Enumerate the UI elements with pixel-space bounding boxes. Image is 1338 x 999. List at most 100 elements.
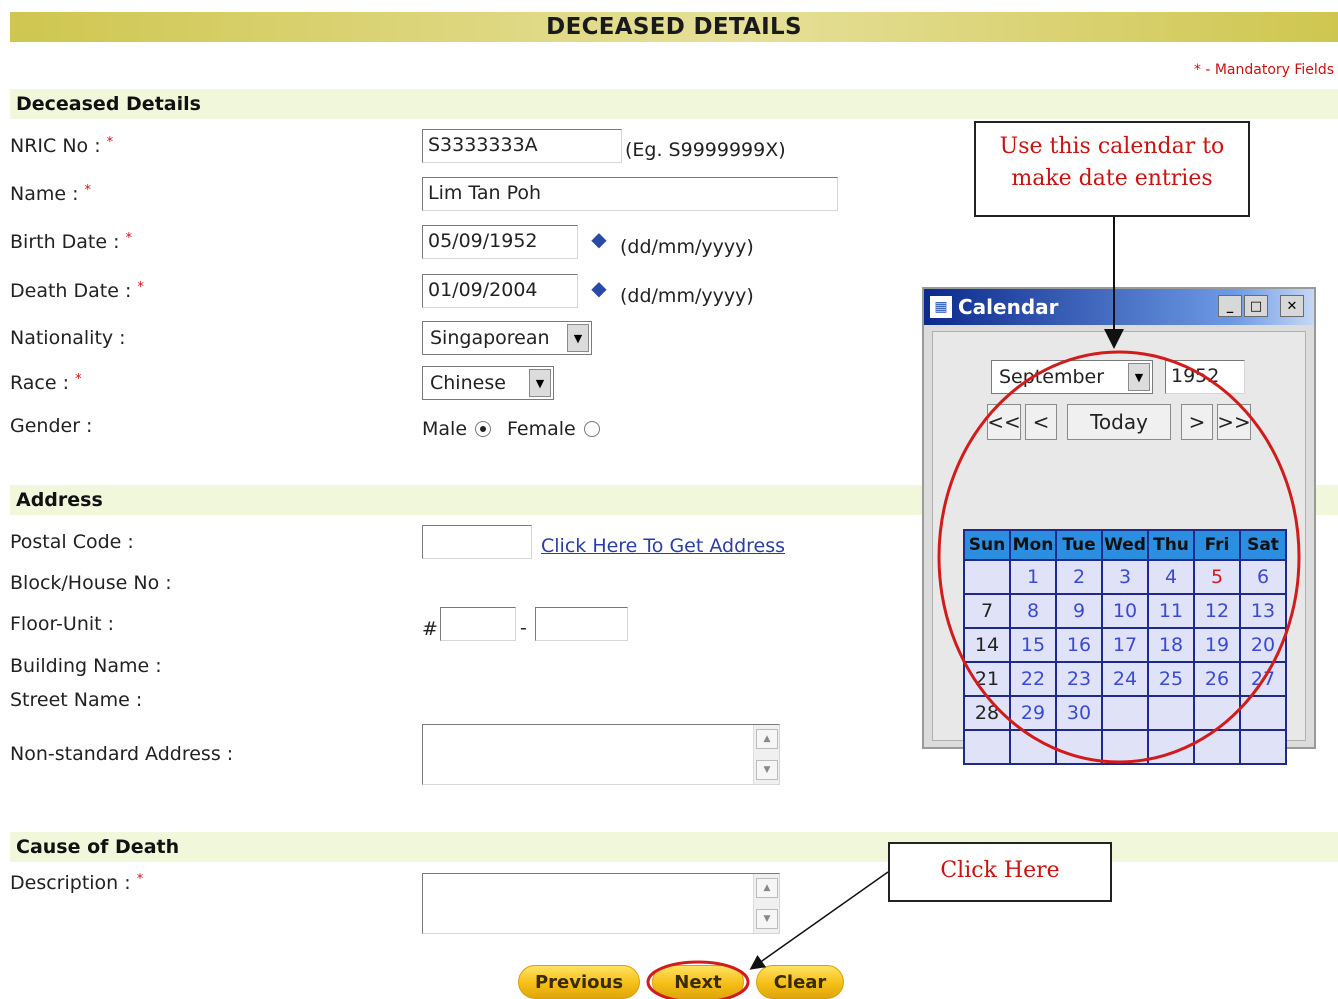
gender-female-radio[interactable] — [583, 421, 600, 437]
calendar-day[interactable]: 9 — [1055, 593, 1103, 629]
last-button[interactable]: >> — [1217, 404, 1251, 440]
calendar-day[interactable]: 4 — [1147, 559, 1195, 595]
calendar-day[interactable]: 12 — [1193, 593, 1241, 629]
calendar-day[interactable]: 23 — [1055, 661, 1103, 697]
scroll-up-icon[interactable]: ▲ — [756, 729, 778, 749]
postal-code-label: Postal Code : — [10, 531, 134, 553]
unit-input[interactable] — [535, 607, 628, 641]
scroll-down-icon[interactable]: ▼ — [756, 760, 778, 780]
nric-input[interactable]: S3333333A — [422, 129, 622, 163]
calendar-day[interactable]: 13 — [1239, 593, 1287, 629]
calendar-day[interactable]: 19 — [1193, 627, 1241, 663]
calendar-day[interactable]: 14 — [963, 627, 1011, 663]
calendar-empty-cell — [963, 729, 1011, 765]
death-date-label-text: Death Date : — [10, 280, 132, 302]
calendar-day[interactable]: 21 — [963, 661, 1011, 697]
postal-code-input[interactable] — [422, 525, 532, 559]
first-button[interactable]: << — [987, 404, 1021, 440]
name-input[interactable]: Lim Tan Poh — [422, 177, 838, 211]
close-icon[interactable]: ✕ — [1280, 295, 1304, 317]
calendar-day[interactable]: 2 — [1055, 559, 1103, 595]
month-select[interactable]: September ▼ — [991, 360, 1153, 394]
calendar-week-row: 21 22 23 24 25 26 27 — [963, 661, 1287, 697]
minimize-icon[interactable]: _ — [1218, 295, 1242, 317]
chevron-down-icon[interactable]: ▼ — [529, 369, 551, 397]
race-select[interactable]: Chinese ▼ — [422, 366, 554, 400]
calendar-day[interactable]: 17 — [1101, 627, 1149, 663]
weekday-header: Tue — [1055, 529, 1103, 561]
nonstandard-address-textarea[interactable]: ▲ ▼ — [422, 724, 780, 785]
section-cause-of-death: Cause of Death — [10, 832, 1338, 862]
floor-input[interactable] — [440, 607, 516, 641]
calendar-empty-cell — [963, 559, 1011, 595]
description-textarea[interactable]: ▲ ▼ — [422, 873, 780, 934]
previous-button[interactable]: Previous — [518, 965, 640, 999]
year-input[interactable]: 1952 — [1165, 360, 1245, 394]
scrollbar[interactable]: ▲ ▼ — [753, 874, 779, 933]
calendar-day[interactable]: 10 — [1101, 593, 1149, 629]
calendar-day[interactable]: 5 — [1193, 559, 1241, 595]
calendar-icon[interactable]: ◆ — [588, 227, 610, 251]
next-button[interactable]: Next — [652, 965, 744, 999]
calendar-day[interactable]: 11 — [1147, 593, 1195, 629]
birth-date-label: Birth Date : * — [10, 231, 132, 253]
today-button[interactable]: Today — [1067, 404, 1171, 440]
calendar-icon[interactable]: ◆ — [588, 276, 610, 300]
next-month-button[interactable]: > — [1181, 404, 1213, 440]
chevron-down-icon[interactable]: ▼ — [1128, 363, 1150, 391]
calendar-window: ▦ Calendar _ □ ✕ September ▼ 1952 << < T… — [922, 287, 1316, 765]
calendar-day[interactable]: 30 — [1055, 695, 1103, 731]
scroll-down-icon[interactable]: ▼ — [756, 909, 778, 929]
calendar-day[interactable]: 8 — [1009, 593, 1057, 629]
prev-button[interactable]: < — [1025, 404, 1057, 440]
required-marker: * — [106, 135, 114, 150]
section-deceased-details: Deceased Details — [10, 89, 1338, 119]
calendar-empty-cell — [1101, 729, 1149, 765]
calendar-day[interactable]: 24 — [1101, 661, 1149, 697]
chevron-down-icon[interactable]: ▼ — [567, 324, 589, 352]
calendar-day[interactable]: 1 — [1009, 559, 1057, 595]
page-title: DECEASED DETAILS — [546, 14, 802, 40]
birth-date-input[interactable]: 05/09/1952 — [422, 225, 578, 259]
mandatory-fields-note: * - Mandatory Fields — [1193, 62, 1334, 78]
calendar-day[interactable]: 16 — [1055, 627, 1103, 663]
calendar-day[interactable]: 6 — [1239, 559, 1287, 595]
calendar-day[interactable]: 15 — [1009, 627, 1057, 663]
calendar-day[interactable]: 3 — [1101, 559, 1149, 595]
calendar-body: September ▼ 1952 << < Today > >> Sun Mon T… — [932, 331, 1306, 765]
calendar-titlebar[interactable]: ▦ Calendar _ □ ✕ — [924, 289, 1314, 325]
block-label: Block/House No : — [10, 572, 172, 594]
calendar-empty-cell — [1193, 695, 1241, 731]
death-date-input[interactable]: 01/09/2004 — [422, 274, 578, 308]
calendar-day[interactable]: 26 — [1193, 661, 1241, 697]
calendar-day[interactable]: 25 — [1147, 661, 1195, 697]
maximize-icon[interactable]: □ — [1244, 295, 1268, 317]
calendar-day[interactable]: 22 — [1009, 661, 1057, 697]
calendar-day[interactable]: 29 — [1009, 695, 1057, 731]
section-title: Deceased Details — [16, 93, 201, 115]
calendar-day[interactable]: 20 — [1239, 627, 1287, 663]
section-title: Cause of Death — [16, 836, 180, 858]
race-label-text: Race : — [10, 372, 70, 394]
weekday-header: Fri — [1193, 529, 1241, 561]
required-marker: * — [84, 183, 92, 198]
get-address-link[interactable]: Click Here To Get Address — [541, 535, 785, 557]
calendar-empty-cell — [1147, 695, 1195, 731]
scroll-up-icon[interactable]: ▲ — [756, 878, 778, 898]
calendar-day[interactable]: 27 — [1239, 661, 1287, 697]
floor-unit-separator: - — [520, 617, 527, 639]
building-name-label: Building Name : — [10, 655, 162, 677]
name-label-text: Name : — [10, 183, 79, 205]
required-marker: * — [137, 280, 144, 295]
calendar-empty-cell — [1239, 729, 1287, 765]
calendar-day[interactable]: 28 — [963, 695, 1011, 731]
clear-button[interactable]: Clear — [756, 965, 844, 999]
nationality-select[interactable]: Singaporean ▼ — [422, 321, 592, 355]
scrollbar[interactable]: ▲ ▼ — [753, 725, 779, 784]
calendar-day[interactable]: 18 — [1147, 627, 1195, 663]
required-marker: * — [125, 231, 133, 246]
gender-male-radio[interactable] — [475, 421, 492, 437]
calendar-week-row: 7 8 9 10 11 12 13 — [963, 593, 1287, 629]
street-name-label: Street Name : — [10, 689, 143, 711]
calendar-day[interactable]: 7 — [963, 593, 1011, 629]
